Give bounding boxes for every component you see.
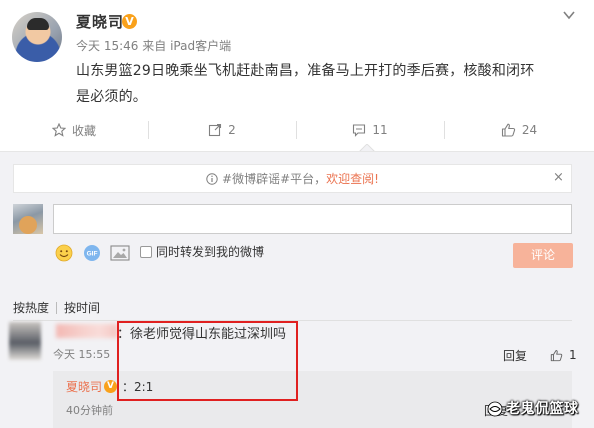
comment-time: 今天 15:55 <box>53 348 111 361</box>
close-icon[interactable]: × <box>553 171 564 185</box>
notice-link[interactable]: 欢迎查阅! <box>326 170 379 187</box>
star-icon <box>51 123 66 137</box>
notice-bar: #微博辟谣#平台， 欢迎查阅! <box>13 164 572 193</box>
favorite-button[interactable]: 收藏 <box>0 116 148 144</box>
like-button[interactable]: 24 <box>444 116 594 144</box>
comment-count: 11 <box>372 123 388 137</box>
post-author-avatar[interactable] <box>12 12 62 62</box>
reply-time: 40分钟前 <box>66 404 113 417</box>
watermark-logo-icon <box>487 401 503 417</box>
sort-divider <box>56 302 58 314</box>
watermark-text: 老鬼侃篮球 <box>506 401 579 417</box>
like-icon <box>550 349 563 361</box>
post-source[interactable]: iPad客户端 <box>170 39 231 53</box>
like-count: 24 <box>521 123 538 137</box>
comment-input[interactable] <box>53 204 572 234</box>
comment-sort-tabs: 按热度 按时间 <box>13 300 100 316</box>
repost-checkbox[interactable] <box>140 246 152 258</box>
sort-by-heat-tab[interactable]: 按热度 <box>13 300 49 316</box>
post-meta: 今天 15:46 来自 iPad客户端 <box>76 38 231 54</box>
image-icon[interactable] <box>110 244 130 262</box>
vip-badge-icon: V <box>104 380 117 393</box>
repost-icon <box>209 123 222 137</box>
svg-text:GIF: GIF <box>87 251 98 258</box>
post-action-bar: 收藏 2 11 24 <box>0 116 594 144</box>
comment-like-count: 1 <box>569 348 577 362</box>
replier-name[interactable]: 夏晓司 <box>66 380 102 394</box>
repost-count: 2 <box>228 123 236 137</box>
highlight-annotation-box <box>117 321 298 401</box>
notice-text[interactable]: #微博辟谣#平台， <box>222 170 326 187</box>
emoji-icon[interactable] <box>55 244 73 262</box>
info-icon <box>206 172 218 185</box>
comment-like-button[interactable]: 1 <box>550 348 577 362</box>
sort-by-time-tab[interactable]: 按时间 <box>64 300 100 316</box>
comment-submit-button[interactable]: 评论 <box>513 243 573 268</box>
post-body-text: 山东男篮29日晚乘坐飞机赶赴南昌，准备马上开打的季后赛，核酸和闭环是必须的。 <box>76 63 535 105</box>
commenter-name-blurred[interactable] <box>56 324 118 338</box>
post-time[interactable]: 今天 15:46 <box>76 39 138 53</box>
favorite-label: 收藏 <box>71 123 96 138</box>
comment-button[interactable]: 11 <box>296 116 444 144</box>
vip-badge-icon: V <box>122 14 137 29</box>
like-icon <box>501 123 515 137</box>
repost-button[interactable]: 2 <box>148 116 296 144</box>
comment-icon <box>353 124 366 137</box>
comment-reply-button[interactable]: 回复 <box>503 349 527 363</box>
post-author-name[interactable]: 夏晓司 <box>76 12 124 32</box>
repost-checkbox-label[interactable]: 同时转发到我的微博 <box>156 245 264 259</box>
chevron-down-icon[interactable] <box>561 7 577 23</box>
gif-icon[interactable]: GIF <box>83 244 101 262</box>
commenter-avatar[interactable] <box>9 322 41 360</box>
post-source-prefix: 来自 <box>142 39 167 53</box>
current-user-avatar[interactable] <box>13 204 43 234</box>
